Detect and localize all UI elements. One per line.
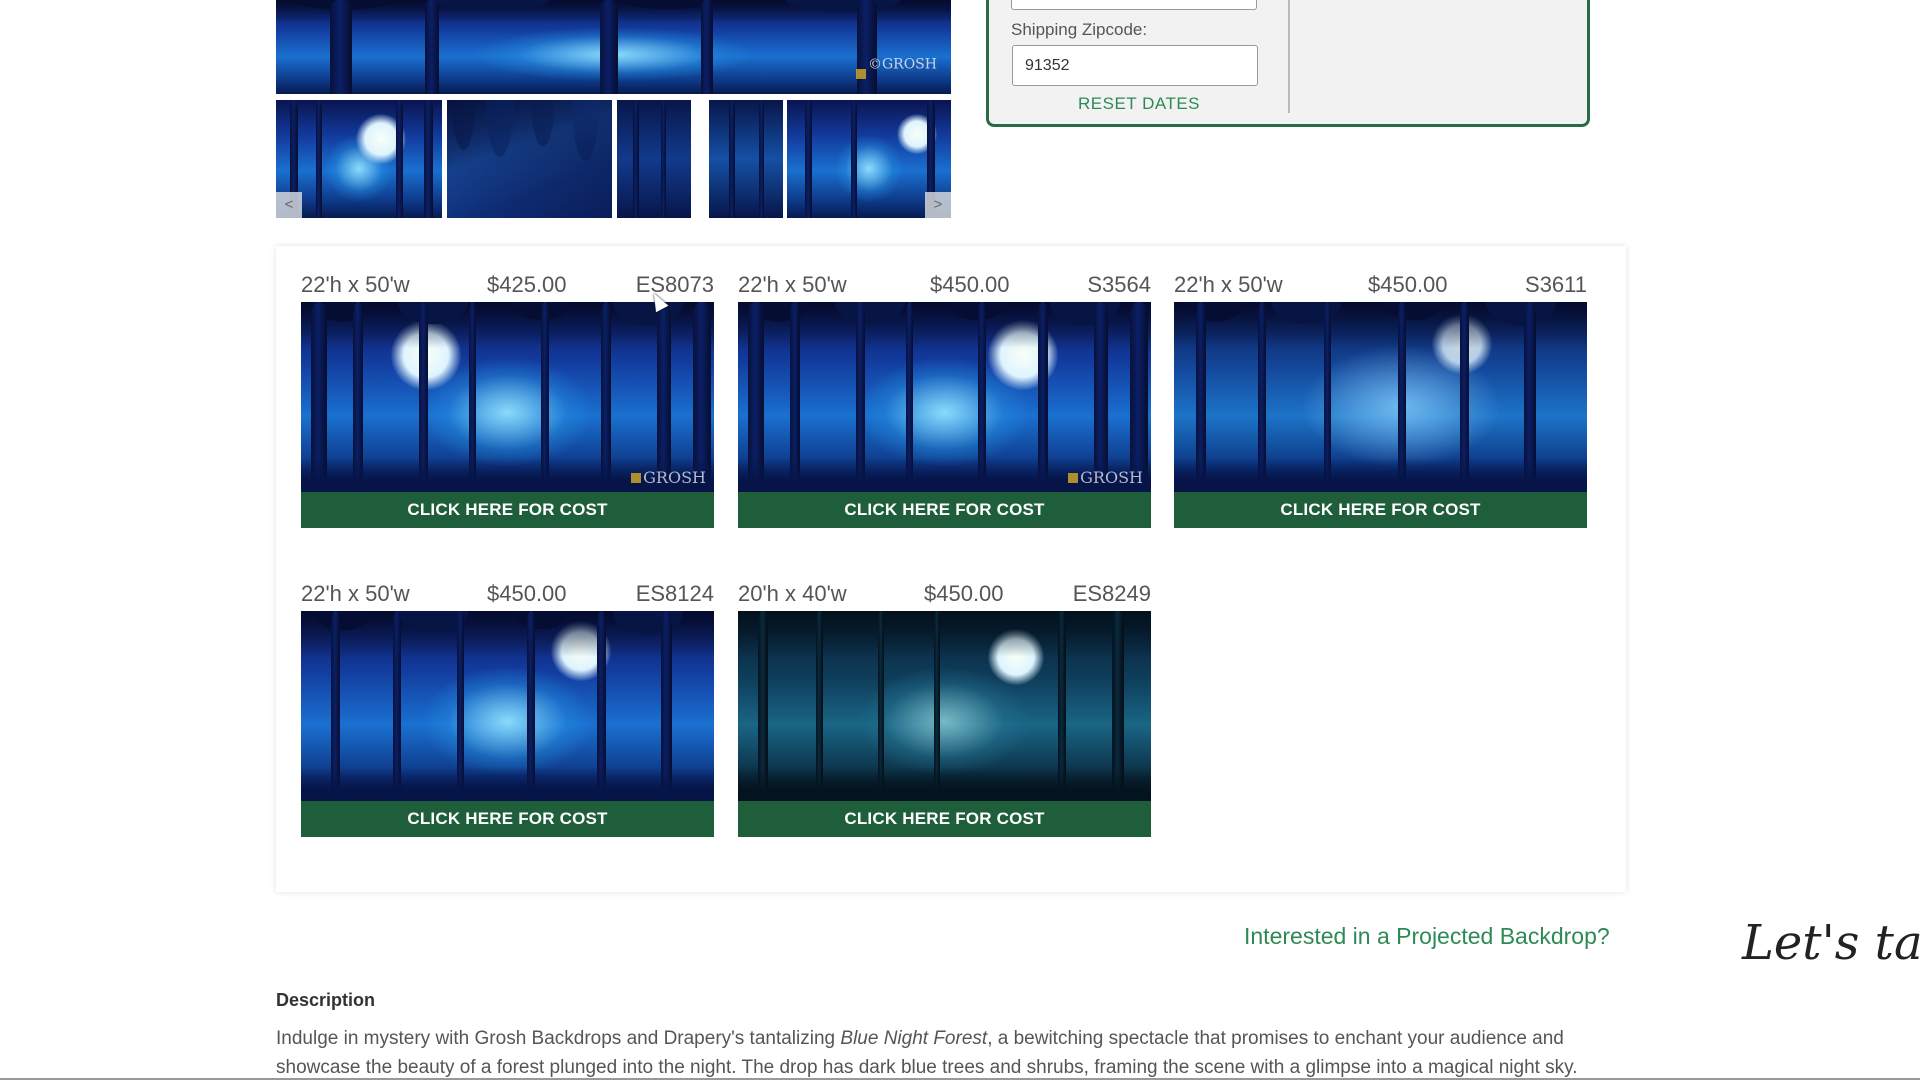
product-sku: ES8124 [635,581,714,606]
click-for-cost-button[interactable]: CLICK HERE FOR COST [1174,492,1587,528]
thumbnail-4[interactable] [709,100,783,218]
date-field[interactable] [1011,0,1257,10]
click-for-cost-button[interactable]: CLICK HERE FOR COST [301,801,714,837]
product-price: $450.00 [1368,272,1448,297]
product-sku: ES8249 [1072,581,1151,606]
watermark-logo: ©GROSH [856,53,937,86]
thumbnail-prev-arrow-icon[interactable]: < [276,192,302,218]
click-for-cost-button[interactable]: CLICK HERE FOR COST [301,492,714,528]
product-image[interactable]: GROSH [738,302,1151,492]
product-sku: ES8073 [635,272,714,297]
product-card: 22'h x 50'w $450.00 S3564 GROSH CLICK HE… [738,268,1151,528]
description-heading: Description [276,990,376,1010]
zip-input[interactable] [1012,45,1258,86]
product-sku: S3611 [1525,272,1587,297]
product-image[interactable] [301,611,714,801]
click-for-cost-button[interactable]: CLICK HERE FOR COST [738,492,1151,528]
product-size: 22'h x 50'w [738,272,847,297]
product-card: 20'h x 40'w $450.00 ES8249 CLICK HERE FO… [738,577,1151,837]
thumbnail-next-arrow-icon[interactable]: > [925,192,951,218]
product-title: Blue Night Forest [840,1028,988,1049]
product-price: $450.00 [487,581,567,606]
product-image[interactable] [738,611,1151,801]
product-card: 22'h x 50'w $450.00 S3611 CLICK HERE FOR… [1174,268,1587,528]
product-image[interactable]: GROSH [301,302,714,492]
product-price: $450.00 [924,581,1004,606]
hero-image[interactable]: ©GROSH [276,0,951,94]
description-text: Indulge in mystery with Grosh Backdrops … [276,1028,1578,1078]
product-image[interactable] [1174,302,1587,492]
product-size: 22'h x 50'w [1174,272,1283,297]
product-card: 22'h x 50'w $425.00 ES8073 GROSH CLICK H… [301,268,714,528]
zip-label: Shipping Zipcode: [1011,20,1148,39]
product-card: 22'h x 50'w $450.00 ES8124 CLICK HERE FO… [301,577,714,837]
product-price: $450.00 [930,272,1010,297]
product-watermark: GROSH [631,468,706,487]
lets-talk-chat-button[interactable]: Let's talk... [1742,915,1920,971]
thumbnail-3[interactable] [617,100,691,218]
product-size: 20'h x 40'w [738,581,847,606]
product-price: $425.00 [487,272,567,297]
product-size: 22'h x 50'w [301,581,410,606]
thumbnail-2[interactable] [447,100,612,218]
product-watermark: GROSH [1068,468,1143,487]
product-sku: S3564 [1087,272,1151,297]
click-for-cost-button[interactable]: CLICK HERE FOR COST [738,801,1151,837]
reset-dates-link[interactable]: RESET DATES [1078,94,1200,114]
thumbnail-strip [276,100,951,218]
projected-backdrop-link[interactable]: Interested in a Projected Backdrop? [1244,923,1610,950]
product-size: 22'h x 50'w [301,272,410,297]
products-panel: 22'h x 50'w $425.00 ES8073 GROSH CLICK H… [276,246,1626,892]
